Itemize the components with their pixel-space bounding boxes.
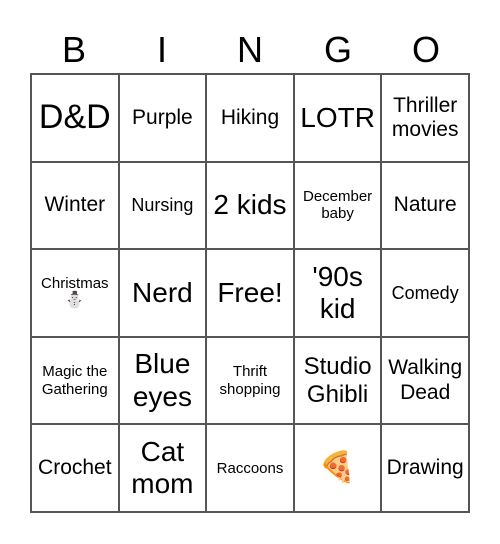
cell-label: Thrift shopping xyxy=(219,363,281,398)
cell-label: Free! xyxy=(217,276,283,308)
cell-label: Walking Dead xyxy=(388,356,463,404)
cell-label: Cat mom xyxy=(131,436,194,500)
bingo-cell[interactable]: Cat mom xyxy=(118,424,207,512)
cell-label: Hiking xyxy=(220,105,280,129)
cell-label: Nerd xyxy=(132,276,193,308)
snowman-icon: ⛄ xyxy=(64,292,85,310)
bingo-cell[interactable]: '90s kid xyxy=(293,249,382,337)
cell-label: Thriller movies xyxy=(391,93,459,141)
bingo-cell[interactable]: 🍕 xyxy=(293,424,382,512)
bingo-cell[interactable]: Nursing xyxy=(118,161,207,250)
bingo-cell[interactable]: LOTR xyxy=(293,74,382,162)
bingo-cell[interactable]: Winter xyxy=(31,161,119,250)
bingo-cell[interactable]: Walking Dead xyxy=(381,336,469,425)
bingo-grid: D&D Purple Hiking LOTR Thriller movies Winter… xyxy=(30,73,470,513)
header-letter-b: B xyxy=(61,29,86,70)
cell-label: Purple xyxy=(132,105,193,129)
cell-label: '90s kid xyxy=(312,260,363,324)
header-letter-g: G xyxy=(323,29,352,70)
cell-label: December baby xyxy=(302,188,373,223)
cell-label: Drawing xyxy=(386,456,464,480)
bingo-cell[interactable]: 2 kids xyxy=(206,161,294,250)
bingo-cell[interactable]: Drawing xyxy=(381,424,469,512)
bingo-cell[interactable]: Christmas ⛄ xyxy=(31,249,119,337)
bingo-cell[interactable]: Comedy xyxy=(381,249,469,337)
header-letter-o: O xyxy=(411,29,440,70)
cell-label: Nursing xyxy=(131,195,194,216)
bingo-cell[interactable]: Thriller movies xyxy=(381,74,469,162)
cell-label: Blue eyes xyxy=(132,348,192,412)
header-letter-n: N xyxy=(237,29,263,70)
cell-label: Christmas xyxy=(41,275,109,293)
cell-label: Raccoons xyxy=(216,459,284,477)
bingo-cell[interactable]: Raccoons xyxy=(206,424,294,512)
cell-label: Winter xyxy=(44,193,106,217)
bingo-cell[interactable]: Free! xyxy=(206,249,294,337)
cell-label: Nature xyxy=(393,193,457,217)
bingo-cell[interactable]: December baby xyxy=(293,161,382,250)
bingo-cell[interactable]: Thrift shopping xyxy=(206,336,294,425)
bingo-cell[interactable]: Crochet xyxy=(31,424,119,512)
cell-label: LOTR xyxy=(300,101,375,133)
bingo-cell[interactable]: Blue eyes xyxy=(118,336,207,425)
cell-label: 2 kids xyxy=(213,189,287,221)
bingo-header: B I N G O xyxy=(30,28,470,72)
bingo-cell[interactable]: Nature xyxy=(381,161,469,250)
cell-label: D&D xyxy=(38,98,111,137)
cell-label: Crochet xyxy=(38,456,112,480)
bingo-cell[interactable]: Hiking xyxy=(206,74,294,162)
cell-label: Comedy xyxy=(391,282,459,303)
bingo-cell[interactable]: Magic the Gathering xyxy=(31,336,119,425)
bingo-cell[interactable]: Purple xyxy=(118,74,207,162)
bingo-cell[interactable]: D&D xyxy=(31,74,119,162)
bingo-cell[interactable]: Studio Ghibli xyxy=(293,336,382,425)
cell-label: Studio Ghibli xyxy=(303,353,372,408)
cell-label: Magic the Gathering xyxy=(41,363,108,398)
pizza-icon: 🍕 xyxy=(318,450,357,484)
bingo-cell[interactable]: Nerd xyxy=(118,249,207,337)
header-letter-i: I xyxy=(156,29,167,70)
